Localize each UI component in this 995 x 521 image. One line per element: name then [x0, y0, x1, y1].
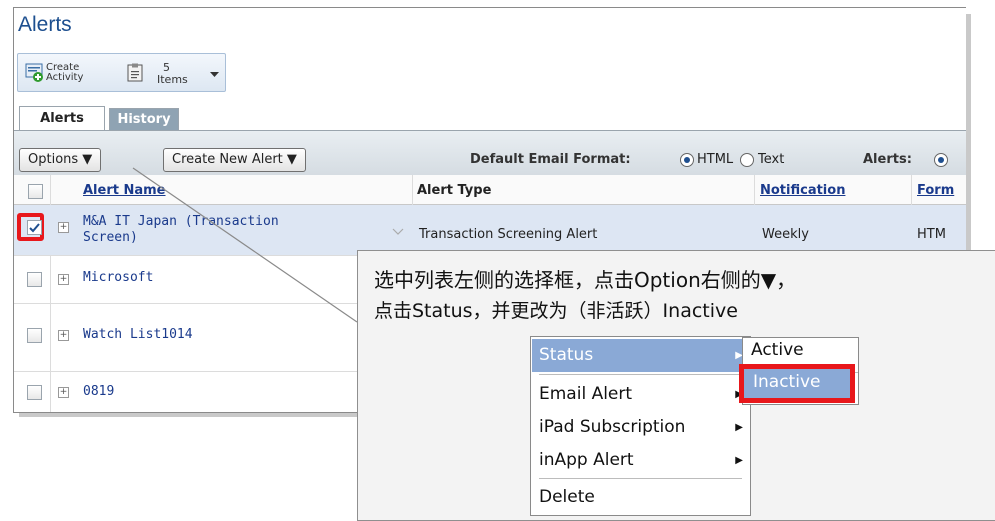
submenu-item-label: Inactive [753, 372, 821, 392]
menu-item-label: Delete [539, 487, 595, 507]
menu-divider [539, 374, 742, 375]
menu-item-label: Email Alert [539, 384, 633, 404]
menu-item-ipad-subscription[interactable]: iPad Subscription ▶ [532, 411, 749, 444]
menu-item-label: iPad Subscription [539, 417, 686, 437]
menu-divider [539, 478, 742, 479]
menu-item-inapp-alert[interactable]: inApp Alert ▶ [532, 444, 749, 477]
menu-item-label: inApp Alert [539, 450, 634, 470]
menu-item-status[interactable]: Status ▶ [532, 339, 749, 372]
instruction-line-2: 点击Status，并更改为（非活跃）Inactive [374, 300, 738, 322]
menu-item-email-alert[interactable]: Email Alert ▶ [532, 378, 749, 411]
arrow-right-icon: ▶ [735, 455, 743, 466]
instruction-line-1: 选中列表左侧的选择框，点击Option右侧的▼， [374, 268, 797, 292]
menu-item-label: Status [539, 345, 594, 365]
arrow-right-icon: ▶ [735, 422, 743, 433]
submenu-item-inactive[interactable]: Inactive [739, 364, 855, 403]
options-menu: Status ▶ Email Alert ▶ iPad Subscription… [530, 336, 751, 516]
menu-item-delete[interactable]: Delete [532, 481, 749, 514]
instruction-callout: 选中列表左侧的选择框，点击Option右侧的▼， 点击Status，并更改为（非… [357, 250, 995, 521]
submenu-item-active[interactable]: Active [751, 340, 804, 360]
